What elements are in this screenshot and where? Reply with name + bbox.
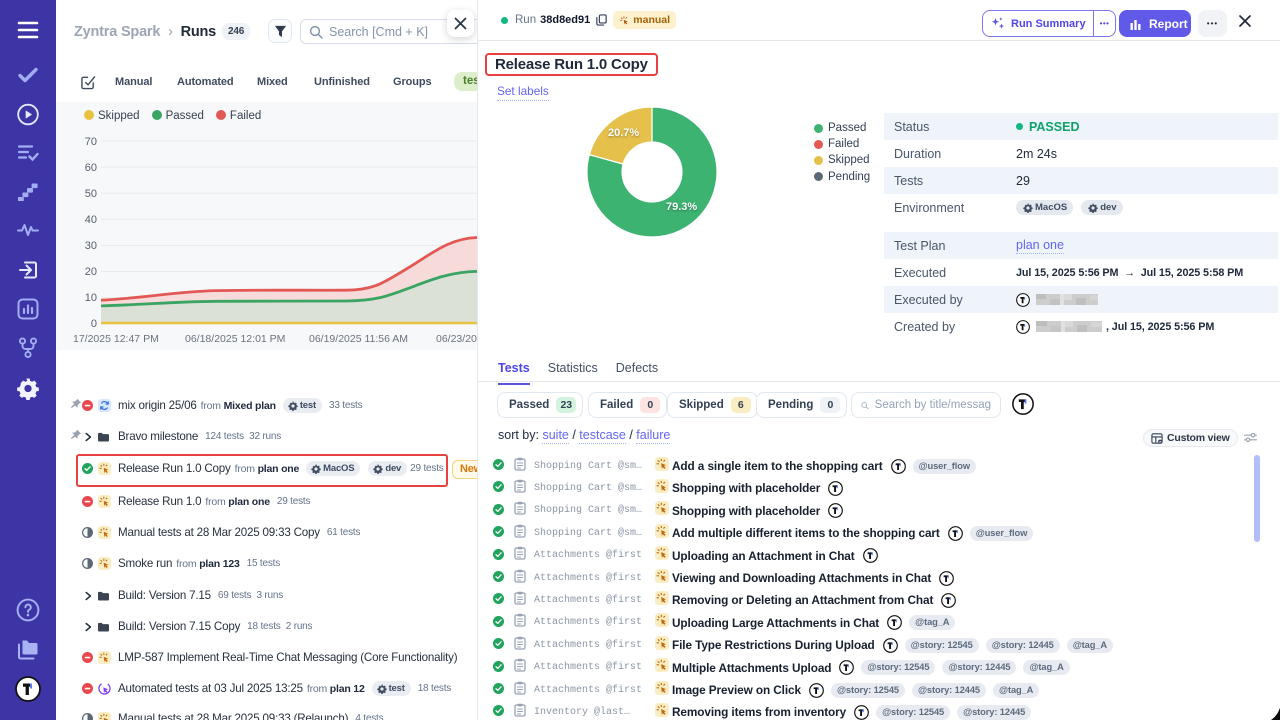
svg-text:0: 0 xyxy=(91,318,97,330)
svg-text:70: 70 xyxy=(85,136,97,148)
svg-text:60: 60 xyxy=(85,162,97,174)
svg-text:50: 50 xyxy=(85,188,97,200)
svg-text:20: 20 xyxy=(85,266,97,278)
svg-text:40: 40 xyxy=(85,214,97,226)
svg-text:10: 10 xyxy=(85,292,97,304)
svg-text:30: 30 xyxy=(85,240,97,252)
